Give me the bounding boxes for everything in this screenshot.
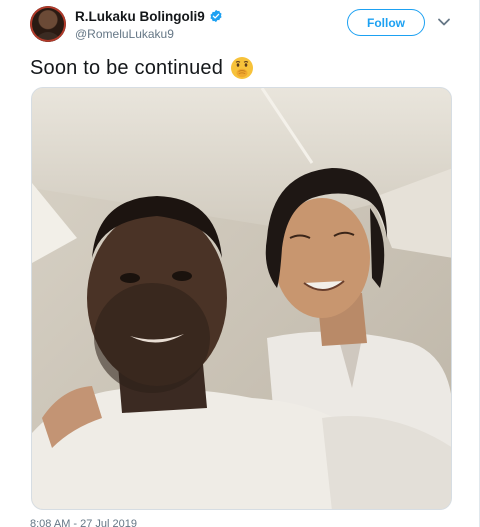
author-name-row[interactable]: R.Lukaku Bolingoli9 — [75, 7, 223, 25]
tweet-text-row: Soon to be continued — [30, 55, 254, 81]
author-display-name[interactable]: R.Lukaku Bolingoli9 — [75, 9, 205, 24]
follow-button[interactable]: Follow — [347, 9, 425, 36]
author-avatar[interactable] — [30, 6, 66, 42]
tweet-timestamp[interactable]: 8:08 AM - 27 Jul 2019 — [30, 518, 137, 527]
verified-badge-icon — [210, 9, 222, 23]
selfie-photo-illustration — [32, 88, 451, 509]
chevron-down-icon[interactable] — [436, 16, 452, 28]
tweet-photo[interactable] — [31, 87, 452, 510]
author-handle[interactable]: @RomeluLukaku9 — [75, 27, 174, 41]
face-with-hand-over-mouth-emoji-icon — [231, 57, 254, 79]
avatar-ring — [30, 6, 66, 42]
tweet-card: R.Lukaku Bolingoli9 @RomeluLukaku9 Follo… — [0, 0, 480, 527]
tweet-text: Soon to be continued — [30, 56, 224, 79]
tweet-header: R.Lukaku Bolingoli9 @RomeluLukaku9 Follo… — [0, 0, 480, 50]
